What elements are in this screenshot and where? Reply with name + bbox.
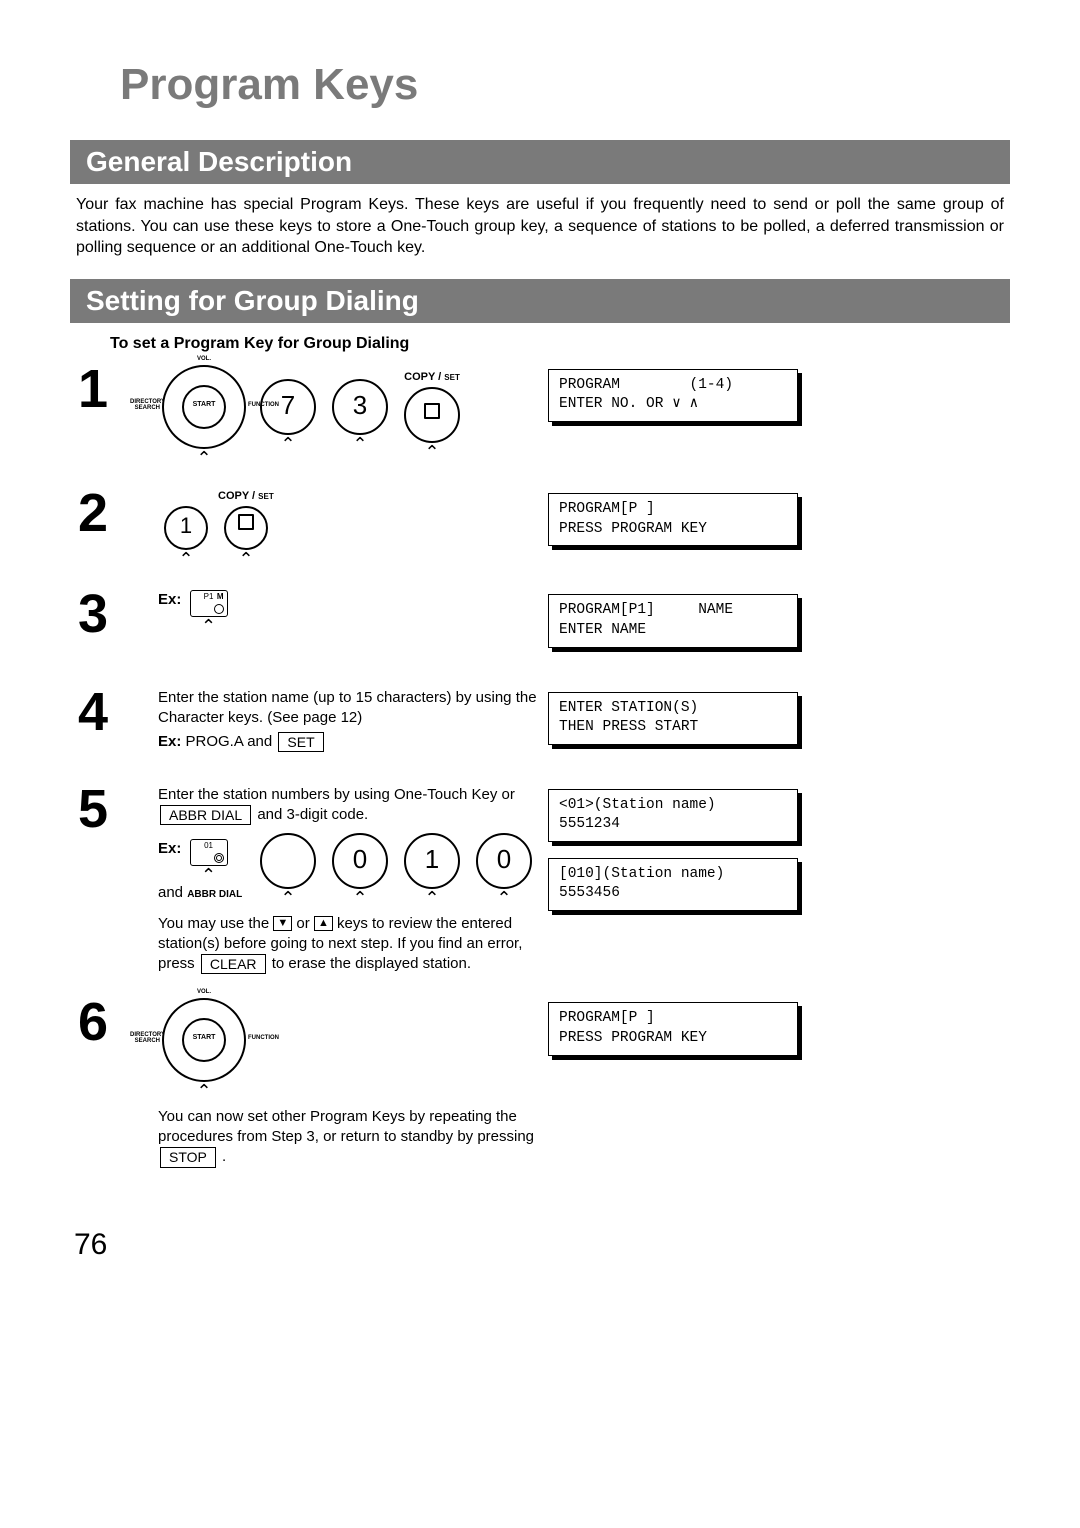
step-4-number: 4 (78, 688, 148, 761)
press-indicator-icon: ⌃ (162, 552, 210, 566)
press-indicator-icon: ⌃ (162, 1084, 246, 1098)
step-4-ex-text: PROG.A and (181, 733, 276, 750)
press-indicator-icon: ⌃ (330, 891, 390, 905)
lcd-step-6: PROGRAM[P ] PRESS PROGRAM KEY (548, 1002, 798, 1055)
key-copy-set (224, 506, 268, 550)
copy-set-label: COPY / SET (402, 370, 462, 385)
key-0: 0 (476, 833, 532, 889)
press-indicator-icon: ⌃ (402, 891, 462, 905)
nav-start-label: START (164, 400, 244, 409)
nav-dir-label: DIRECTORYSEARCH (130, 399, 160, 411)
lcd-step-1: PROGRAM (1-4) ENTER NO. OR ∨ ∧ (548, 369, 798, 422)
key-p1: P1 M (190, 590, 228, 617)
ex-label: Ex: (158, 733, 181, 750)
key-abbr-dial: ABBR DIAL (160, 805, 251, 825)
press-indicator-icon: ⌃ (162, 451, 246, 465)
ex-label: Ex: (158, 591, 181, 608)
step-6-text: You can now set other Program Keys by re… (158, 1108, 534, 1145)
press-indicator-icon: ⌃ (330, 437, 390, 451)
step-5-review-b: or (296, 915, 314, 932)
lcd-step-3: PROGRAM[P1] NAME ENTER NAME (548, 594, 798, 647)
nav-wheel-icon: VOL. START DIRECTORYSEARCH FUNCTION (162, 998, 246, 1082)
step-5-review-a: You may use the (158, 915, 273, 932)
key-1: 1 (164, 506, 208, 550)
step-5-text-a: Enter the station numbers by using One-T… (158, 786, 515, 803)
step-2-number: 2 (78, 489, 148, 566)
press-indicator-icon: ⌃ (190, 868, 228, 882)
key-01: 01 (190, 839, 228, 866)
key-stop: STOP (160, 1147, 216, 1167)
press-indicator-icon: ⌃ (258, 891, 318, 905)
section-group-header: Setting for Group Dialing (70, 279, 1010, 323)
lcd-step-5a: <01>(Station name) 5551234 (548, 789, 798, 842)
up-arrow-icon: ▲ (314, 916, 333, 931)
lcd-step-5b: [010](Station name) 5553456 (548, 858, 798, 911)
press-indicator-icon: ⌃ (474, 891, 534, 905)
page-title: Program Keys (70, 60, 1010, 110)
nav-vol-label: VOL. (164, 355, 244, 363)
nav-dir-label: DIRECTORYSEARCH (130, 1032, 160, 1044)
step-5-number: 5 (78, 785, 148, 975)
press-indicator-icon: ⌃ (222, 552, 270, 566)
section-general-header: General Description (70, 140, 1010, 184)
key-abbr-dial-circle (260, 833, 316, 889)
key-1: 1 (404, 833, 460, 889)
key-0: 0 (332, 833, 388, 889)
copy-set-label: COPY / SET (218, 489, 538, 504)
lcd-step-4: ENTER STATION(S) THEN PRESS START (548, 692, 798, 745)
key-3: 3 (332, 379, 388, 435)
step-5-text-b: and 3-digit code. (257, 806, 368, 823)
press-indicator-icon: ⌃ (258, 437, 318, 451)
section-general-body: Your fax machine has special Program Key… (70, 194, 1010, 259)
ex-label: Ex: (158, 840, 181, 857)
down-arrow-icon: ▼ (273, 916, 292, 931)
nav-vol-label: VOL. (164, 988, 244, 996)
step-3-number: 3 (78, 590, 148, 663)
step-6-number: 6 (78, 998, 148, 1167)
nav-start-label: START (164, 1033, 244, 1042)
key-clear: CLEAR (201, 954, 266, 974)
and-label: and (158, 884, 183, 901)
press-indicator-icon: ⌃ (190, 619, 228, 633)
lcd-step-2: PROGRAM[P ] PRESS PROGRAM KEY (548, 493, 798, 546)
subhead-group-dialing: To set a Program Key for Group Dialing (70, 335, 1010, 353)
key-set: SET (278, 732, 323, 752)
abbr-dial-label: ABBR DIAL (187, 889, 242, 900)
key-copy-set (404, 387, 460, 443)
step-5-review-d: to erase the displayed station. (272, 955, 471, 972)
nav-wheel-icon: VOL. START DIRECTORYSEARCH FUNCTION (162, 365, 246, 449)
page-number: 76 (70, 1228, 1010, 1262)
step-4-text: Enter the station name (up to 15 charact… (158, 689, 537, 726)
key-7: 7 (260, 379, 316, 435)
nav-func-label: FUNCTION (248, 1034, 278, 1042)
step-1-number: 1 (78, 365, 148, 465)
press-indicator-icon: ⌃ (402, 445, 462, 459)
